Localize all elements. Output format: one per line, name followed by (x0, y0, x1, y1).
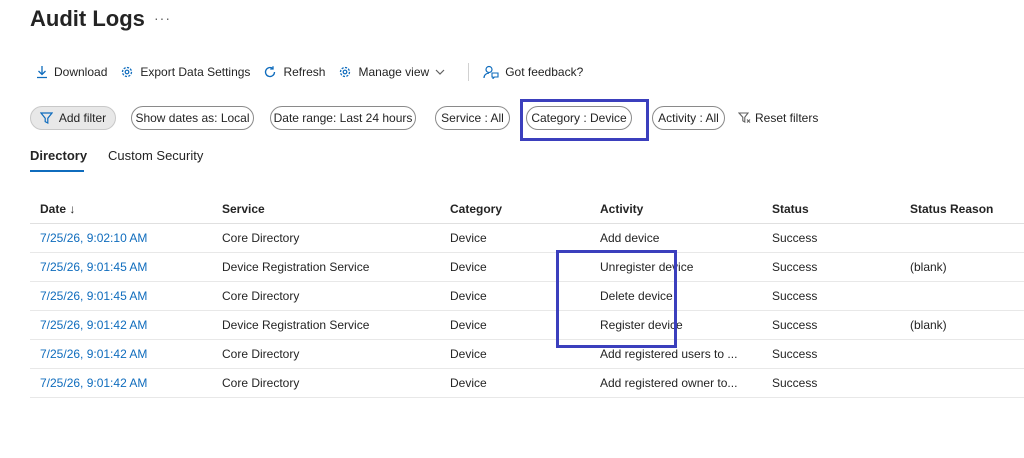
service-cell: Core Directory (212, 368, 440, 398)
reset-filter-icon (738, 112, 751, 123)
column-header-activity: Activity (590, 195, 762, 224)
add-filter-label: Add filter (58, 111, 107, 125)
table-header-row: Date ↓ Service Category Activity Status … (30, 195, 1024, 224)
chevron-down-icon (435, 69, 445, 75)
feedback-label: Got feedback? (505, 65, 584, 79)
category-cell: Device (440, 223, 590, 253)
category-cell: Device (440, 281, 590, 311)
page-title: Audit Logs (30, 6, 145, 31)
toolbar-divider (468, 63, 470, 81)
activity-cell: Register device (590, 310, 762, 340)
table-row[interactable]: 7/25/26, 9:01:42 AM Core Directory Devic… (30, 368, 1024, 398)
activity-cell: Unregister device (590, 252, 762, 282)
category-cell: Device (440, 310, 590, 340)
date-cell[interactable]: 7/25/26, 9:01:42 AM (30, 310, 212, 340)
date-cell[interactable]: 7/25/26, 9:01:42 AM (30, 339, 212, 369)
refresh-button[interactable]: Refresh (263, 65, 325, 79)
date-cell[interactable]: 7/25/26, 9:02:10 AM (30, 223, 212, 253)
status-reason-cell (900, 223, 1024, 253)
category-cell: Device (440, 252, 590, 282)
category-filter[interactable]: Category : Device (526, 106, 632, 130)
status-cell: Success (762, 223, 900, 253)
status-cell: Success (762, 368, 900, 398)
table-row[interactable]: 7/25/26, 9:01:45 AM Device Registration … (30, 252, 1024, 282)
manage-view-button[interactable]: Manage view (338, 65, 451, 79)
gear-icon (122, 66, 133, 78)
tab-custom-security[interactable]: Custom Security (108, 148, 203, 163)
date-range-filter[interactable]: Date range: Last 24 hours (270, 106, 416, 130)
export-data-settings-label: Export Data Settings (140, 65, 251, 79)
export-data-settings-button[interactable]: Export Data Settings (120, 65, 250, 79)
download-icon (37, 66, 47, 79)
date-cell[interactable]: 7/25/26, 9:01:45 AM (30, 281, 212, 311)
add-filter-button[interactable]: Add filter (30, 106, 116, 130)
activity-cell: Add registered users to ... (590, 339, 762, 369)
category-cell: Device (440, 339, 590, 369)
audit-log-table: Date ↓ Service Category Activity Status … (30, 195, 1024, 398)
reset-filters-label: Reset filters (755, 111, 819, 125)
active-tab-indicator (30, 170, 84, 172)
activity-cell: Add device (590, 223, 762, 253)
refresh-label: Refresh (283, 65, 326, 79)
status-reason-cell (900, 281, 1024, 311)
manage-view-label: Manage view (358, 65, 430, 79)
table-row[interactable]: 7/25/26, 9:01:45 AM Core Directory Devic… (30, 281, 1024, 311)
date-cell[interactable]: 7/25/26, 9:01:42 AM (30, 368, 212, 398)
show-dates-filter[interactable]: Show dates as: Local (131, 106, 254, 130)
status-cell: Success (762, 310, 900, 340)
more-options-button[interactable]: ··· (154, 10, 171, 26)
activity-cell: Add registered owner to... (590, 368, 762, 398)
column-header-service: Service (212, 195, 440, 224)
column-header-status: Status (762, 195, 900, 224)
gear-icon (340, 66, 351, 78)
status-reason-cell: (blank) (900, 252, 1024, 282)
status-reason-cell (900, 368, 1024, 398)
status-cell: Success (762, 252, 900, 282)
table-row[interactable]: 7/25/26, 9:01:42 AM Core Directory Devic… (30, 339, 1024, 369)
table-row[interactable]: 7/25/26, 9:02:10 AM Core Directory Devic… (30, 223, 1024, 253)
table-row[interactable]: 7/25/26, 9:01:42 AM Device Registration … (30, 310, 1024, 340)
date-cell[interactable]: 7/25/26, 9:01:45 AM (30, 252, 212, 282)
status-cell: Success (762, 339, 900, 369)
reset-filters-button[interactable]: Reset filters (738, 106, 818, 130)
refresh-icon (265, 66, 276, 78)
service-cell: Core Directory (212, 339, 440, 369)
status-reason-cell (900, 339, 1024, 369)
toolbar: Download Export Data Settings Refresh Ma… (36, 62, 596, 82)
service-cell: Core Directory (212, 281, 440, 311)
service-cell: Device Registration Service (212, 310, 440, 340)
activity-cell: Delete device (590, 281, 762, 311)
tab-directory[interactable]: Directory (30, 148, 87, 163)
feedback-icon (483, 65, 499, 79)
column-header-category: Category (440, 195, 590, 224)
service-filter[interactable]: Service : All (435, 106, 510, 130)
download-label: Download (54, 65, 108, 79)
filter-icon (39, 112, 53, 124)
column-header-status-reason: Status Reason (900, 195, 1024, 224)
column-header-date[interactable]: Date ↓ (30, 195, 212, 224)
status-reason-cell: (blank) (900, 310, 1024, 340)
status-cell: Success (762, 281, 900, 311)
category-cell: Device (440, 368, 590, 398)
activity-filter[interactable]: Activity : All (652, 106, 725, 130)
feedback-button[interactable]: Got feedback? (483, 65, 583, 79)
service-cell: Device Registration Service (212, 252, 440, 282)
service-cell: Core Directory (212, 223, 440, 253)
download-button[interactable]: Download (36, 65, 107, 79)
